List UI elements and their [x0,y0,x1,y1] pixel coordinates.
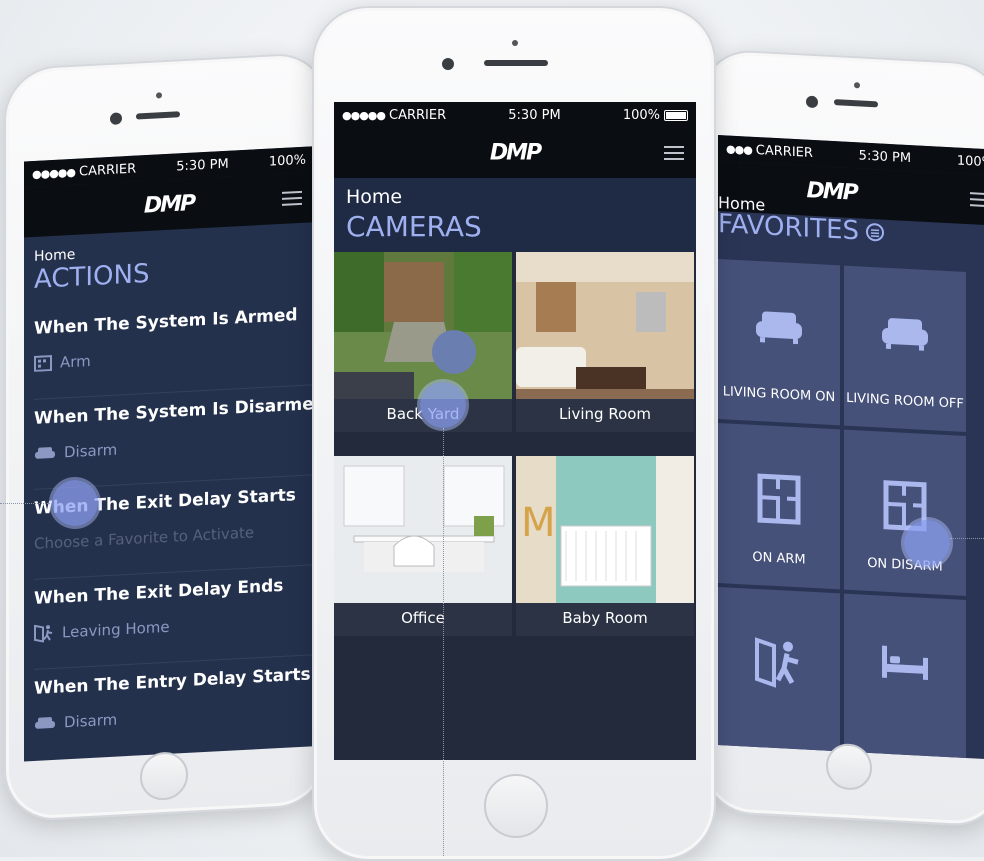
breadcrumb[interactable]: Home [346,186,402,208]
home-button[interactable] [140,750,188,802]
action-title: When The Entry Delay Starts [34,664,311,699]
page-title: ACTIONS [34,258,150,295]
action-item-armed[interactable]: When The System Is Armed Arm [34,294,314,400]
front-camera [806,95,818,109]
action-item-exit-delay-end[interactable]: When The Exit Delay Ends Leaving Home [34,564,314,670]
action-item-entry-delay-start[interactable]: When The Entry Delay Starts Disarm [34,654,314,759]
list-circle-icon[interactable] [865,222,885,243]
favorites-screen: ●●● CARRIER 5:30 PM 100% DMP Home FAVORIT… [718,134,984,760]
proximity-sensor [512,40,518,46]
signal-icon: ●●●●● [32,165,75,181]
touch-indicator [420,382,466,428]
callout-line [950,538,984,539]
proximity-sensor [854,82,860,89]
camera-tile-baby-room[interactable]: M Baby Room [516,456,694,636]
touch-indicator [52,480,98,526]
signal-icon: ●●●●● [342,108,386,122]
carrier-label: CARRIER [389,107,447,123]
clock: 5:30 PM [508,107,561,123]
favorite-label [844,734,966,740]
svg-text:M: M [521,500,556,546]
camera-tile-living-room[interactable]: Living Room [516,252,694,432]
clock: 5:30 PM [858,147,912,166]
earpiece-speaker [834,99,878,108]
camera-thumbnail [516,252,694,399]
actions-screen: ●●●●● CARRIER 5:30 PM 100% DMP Home ACTIO… [24,146,314,762]
camera-grid: Back Yard Living Room Office M Baby Room [334,252,696,760]
phone-actions: ●●●●● CARRIER 5:30 PM 100% DMP Home ACTIO… [4,51,328,823]
battery-percent: 100% [622,107,660,123]
earpiece-speaker [136,111,180,120]
earpiece-speaker [484,60,548,66]
dmp-logo: DMP [143,191,195,219]
leaving-home-icon [34,624,53,643]
camera-tile-office[interactable]: Office [334,456,512,636]
favorite-label: LIVING ROOM OFF [846,390,964,412]
carrier-label: CARRIER [79,161,137,180]
sofa-icon [35,447,55,459]
action-title: When The Exit Delay Ends [34,575,284,609]
touch-indicator [904,520,950,566]
favorite-tile[interactable]: ON DISARM [844,429,966,596]
camera-label: Living Room [516,399,694,432]
sofa-icon [756,311,802,345]
favorite-label: ON ARM [752,549,806,568]
hamburger-menu-icon[interactable] [664,142,684,164]
callout-line [0,503,52,504]
action-value: Disarm [64,440,118,462]
dmp-logo: DMP [489,140,542,166]
action-item-disarmed[interactable]: When The System Is Disarmed Disarm [34,384,314,490]
floorplan-icon [757,473,801,525]
battery-percent: 100% [268,152,306,170]
camera-label: Office [334,603,512,636]
front-camera [442,58,454,70]
action-title: When The System Is Disarmed [34,393,314,429]
action-placeholder: Choose a Favorite to Activate [34,523,255,553]
page-title-text: FAVORITES [718,208,860,247]
carrier-label: CARRIER [755,142,813,161]
clock: 5:30 PM [176,156,229,174]
battery-percent: 100% [956,152,984,170]
favorite-label: LIVING ROOM ON [722,384,836,406]
camera-thumbnail [334,456,512,603]
phone-cameras: ●●●●● CARRIER 5:30 PM 100% DMP Home CAMER… [312,6,716,861]
callout-line [443,428,444,856]
favorite-tile[interactable] [718,586,840,754]
keypad-icon [34,354,52,372]
favorite-tile[interactable] [844,593,966,760]
battery-icon [664,109,688,121]
sofa-icon [35,717,55,729]
status-bar: ●●●●● CARRIER 5:30 PM 100% [334,102,696,128]
front-camera [110,112,122,125]
favorite-label [718,727,840,733]
dmp-logo: DMP [806,178,857,206]
camera-label: Baby Room [516,603,694,636]
action-value: Leaving Home [62,617,170,642]
favorite-label: ON DISARM [867,555,943,575]
hamburger-menu-icon[interactable] [970,188,984,211]
favorite-tile[interactable]: LIVING ROOM OFF [844,265,966,432]
proximity-sensor [156,92,162,99]
app-header: DMP [334,128,696,178]
favorite-tile[interactable]: LIVING ROOM ON [718,258,840,426]
camera-thumbnail: M [516,456,694,603]
action-value: Disarm [64,710,118,732]
home-button[interactable] [484,774,548,838]
action-title: When The System Is Armed [34,305,298,339]
signal-icon: ●●● [726,141,752,157]
cameras-screen: ●●●●● CARRIER 5:30 PM 100% DMP Home CAMER… [334,102,696,760]
action-value: Arm [60,351,91,372]
sofa-icon [882,318,928,351]
leaving-home-icon [755,637,799,688]
camera-thumbnail [334,252,512,399]
hamburger-menu-icon[interactable] [282,187,302,210]
page-title: CAMERAS [346,210,482,243]
bed-icon [882,645,928,680]
favorite-tile[interactable]: ON ARM [718,422,840,590]
phone-favorites: ●●● CARRIER 5:30 PM 100% DMP Home FAVORIT… [700,48,984,828]
